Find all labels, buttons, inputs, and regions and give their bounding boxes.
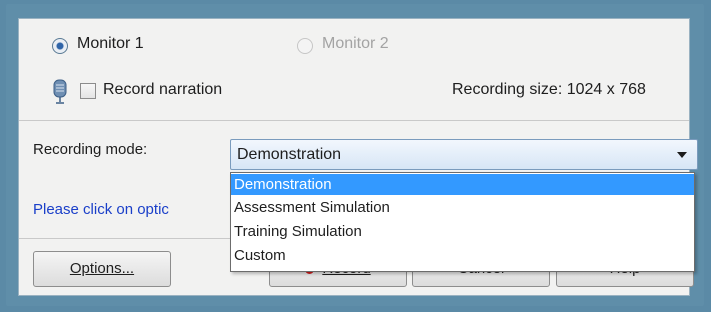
recording-mode-label: Recording mode: (33, 141, 148, 158)
record-narration-label[interactable]: Record narration (103, 81, 222, 99)
monitor1-label[interactable]: Monitor 1 (77, 35, 144, 53)
options-button-label: Options... (69, 260, 135, 277)
recording-size-text: Recording size: 1024 x 768 (452, 81, 646, 98)
monitor-section: Monitor 1 Monitor 2 Record narration Rec… (19, 19, 689, 121)
monitor2-label[interactable]: Monitor 2 (322, 35, 389, 53)
record-narration-checkbox[interactable] (80, 83, 96, 99)
dropdown-option-assessment-simulation[interactable]: Assessment Simulation (231, 197, 694, 218)
monitor2-radio[interactable] (297, 38, 313, 54)
hint-text: Please click on optic (33, 201, 169, 218)
microphone-icon (53, 79, 67, 104)
recording-mode-value: Demonstration (237, 146, 342, 163)
chevron-down-icon[interactable] (677, 152, 687, 158)
dropdown-option-demonstration[interactable]: Demonstration (231, 174, 694, 195)
monitor1-radio[interactable] (52, 38, 68, 54)
recording-mode-dropdown: Demonstration Assessment Simulation Trai… (230, 172, 695, 272)
recording-dialog: Monitor 1 Monitor 2 Record narration Rec… (18, 18, 698, 296)
dropdown-option-training-simulation[interactable]: Training Simulation (231, 221, 694, 242)
recording-mode-select[interactable]: Demonstration (230, 139, 698, 170)
dropdown-option-custom[interactable]: Custom (231, 245, 694, 266)
options-button[interactable]: Options... (33, 251, 171, 287)
